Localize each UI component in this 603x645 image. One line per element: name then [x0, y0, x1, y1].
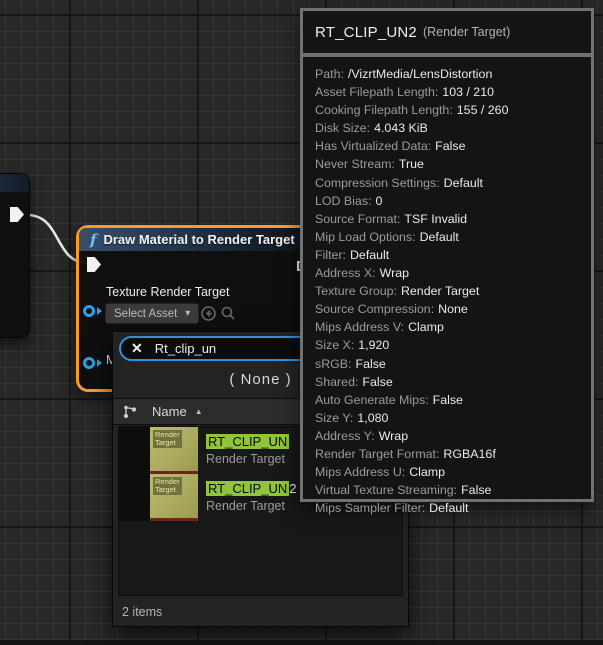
object-pin-icon[interactable]	[83, 357, 102, 369]
clear-search-icon[interactable]: ✕	[131, 340, 143, 357]
select-asset-combo[interactable]: Select Asset ▾	[105, 303, 199, 324]
select-asset-label: Select Asset	[114, 308, 177, 320]
asset-name: RT_CLIP_UN2	[206, 481, 296, 496]
asset-type: Render Target	[206, 498, 296, 514]
view-options-icon[interactable]	[122, 404, 138, 420]
chevron-down-icon: ▾	[185, 309, 190, 319]
column-header-name[interactable]: Name	[152, 404, 187, 419]
blueprint-graph[interactable]: f Draw Material to Render Target D Textu…	[0, 0, 603, 645]
tooltip-title-box: RT_CLIP_UN2 (Render Target)	[303, 11, 591, 53]
asset-name: RT_CLIP_UN	[206, 434, 289, 449]
viewport-edge	[0, 640, 603, 645]
row-gutter	[119, 427, 150, 474]
tooltip-body: Path:/VizrtMedia/LensDistortion Asset Fi…	[303, 57, 591, 499]
partial-node[interactable]	[0, 173, 30, 338]
pin-label-texture-render-target: Texture Render Target	[106, 285, 229, 299]
use-selected-icon[interactable]	[200, 305, 217, 322]
search-match-highlight: RT_CLIP_UN	[206, 481, 289, 496]
node-title: Draw Material to Render Target	[103, 232, 294, 247]
item-count: 2 items	[122, 605, 162, 619]
thumbnail-type-badge: Render Target	[153, 477, 182, 495]
browse-asset-icon[interactable]	[220, 305, 237, 322]
render-target-thumbnail: Render Target	[150, 474, 198, 521]
draw-node-header[interactable]: f Draw Material to Render Target	[79, 228, 308, 251]
sort-ascending-icon[interactable]: ▲	[195, 407, 203, 416]
exec-in-pin-icon[interactable]	[87, 257, 101, 272]
asset-type-color-bar	[150, 518, 198, 521]
exec-out-pin-icon[interactable]	[10, 207, 24, 222]
asset-type: Render Target	[206, 451, 289, 467]
object-pin-icon[interactable]	[83, 305, 102, 317]
render-target-thumbnail: Render Target	[150, 427, 198, 474]
search-match-highlight: RT_CLIP_UN	[206, 434, 289, 449]
thumbnail-type-badge: Render Target	[153, 430, 182, 448]
row-gutter	[119, 474, 150, 521]
partial-node-header[interactable]	[0, 174, 29, 192]
function-icon: f	[90, 231, 96, 249]
tooltip-subtitle: (Render Target)	[423, 25, 510, 39]
tooltip-title: RT_CLIP_UN2	[315, 24, 417, 41]
asset-tooltip: RT_CLIP_UN2 (Render Target) Path:/VizrtM…	[300, 8, 594, 502]
